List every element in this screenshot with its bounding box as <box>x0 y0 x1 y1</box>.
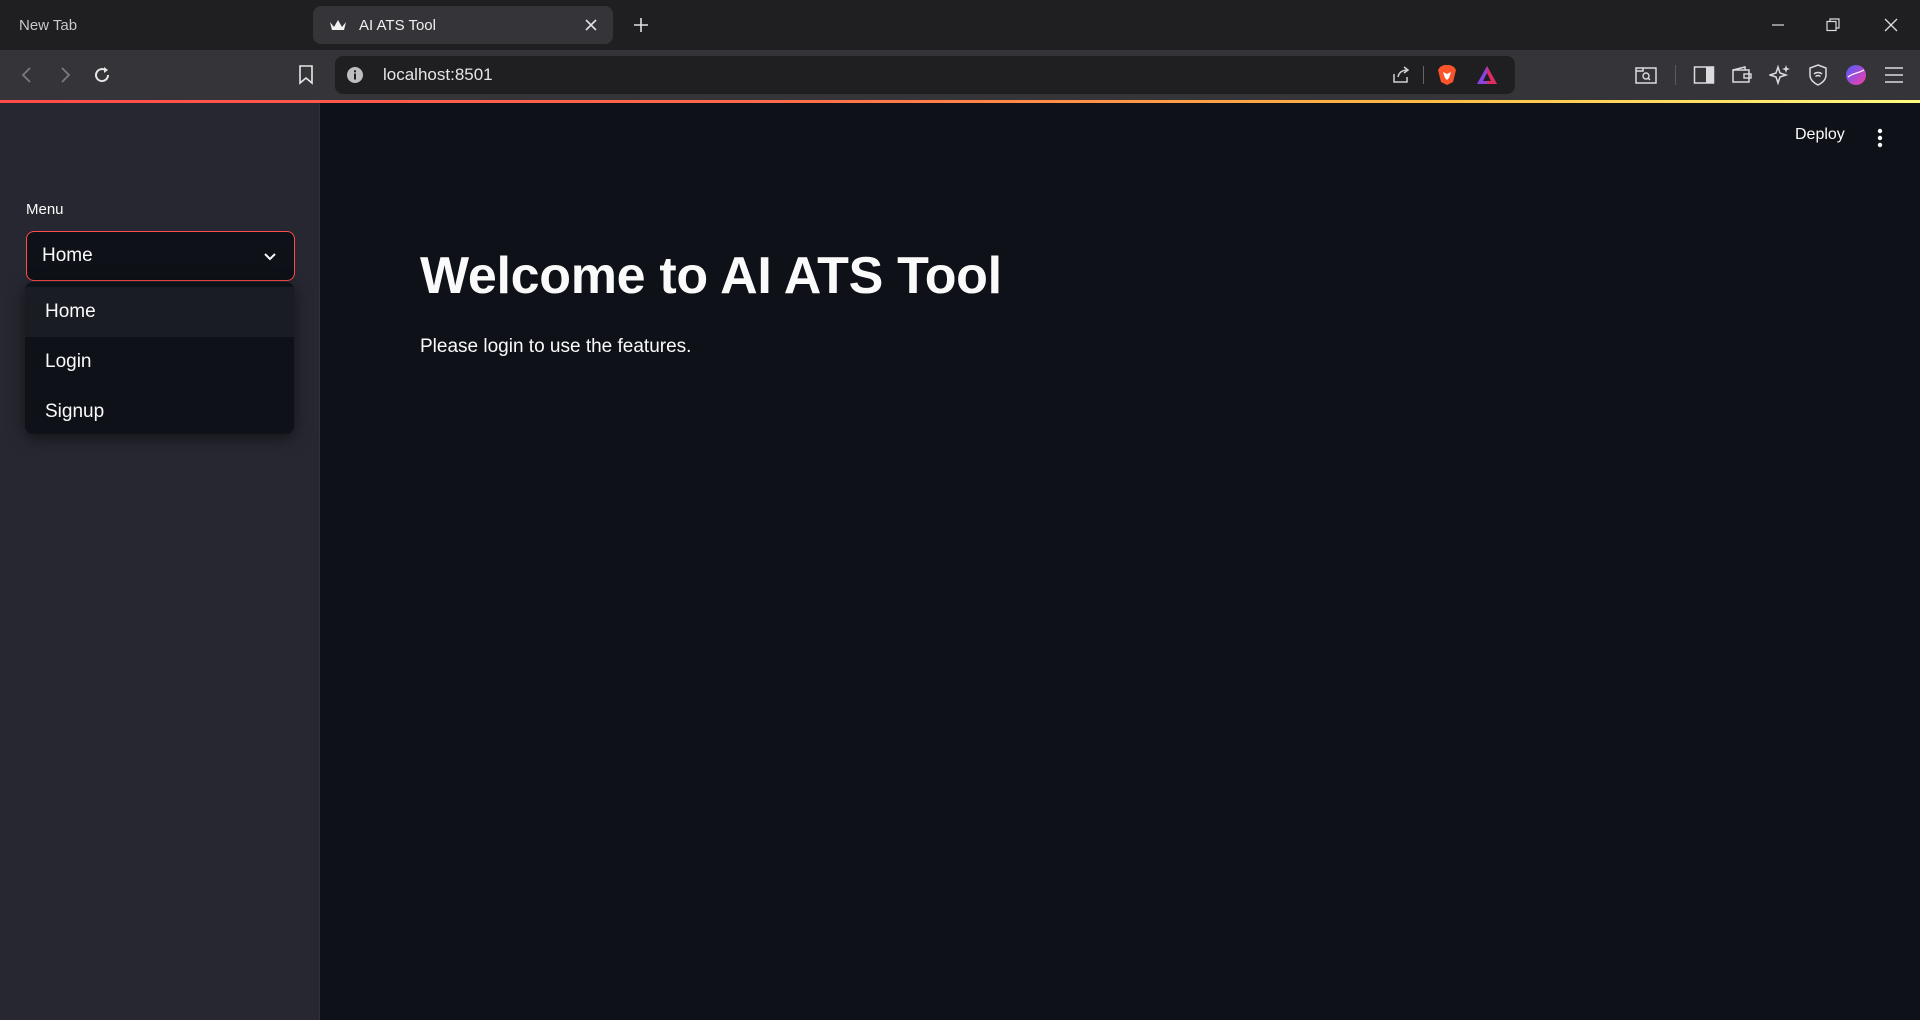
reload-icon[interactable] <box>89 62 115 88</box>
bookmark-icon[interactable] <box>293 62 319 88</box>
site-info-icon[interactable] <box>345 65 365 85</box>
streamlit-crown-icon <box>329 16 347 34</box>
vpn-shield-icon[interactable] <box>1805 62 1831 88</box>
tab-ai-ats-tool[interactable]: AI ATS Tool <box>313 6 613 44</box>
browser-tabstrip: New Tab AI ATS Tool <box>0 0 1920 50</box>
menu-option-home[interactable]: Home <box>25 287 294 337</box>
menu-select-value: Home <box>42 245 93 266</box>
share-icon[interactable] <box>1390 64 1412 86</box>
sidebar-toggle-icon[interactable] <box>1691 62 1717 88</box>
page-subtitle: Please login to use the features. <box>420 336 692 357</box>
tab-new-tab[interactable]: New Tab <box>0 0 312 50</box>
toolbar-divider <box>1675 65 1676 85</box>
tab-label: New Tab <box>19 16 78 34</box>
leo-ai-icon[interactable] <box>1767 62 1793 88</box>
main-menu-icon[interactable] <box>1881 62 1907 88</box>
deploy-button[interactable]: Deploy <box>1795 126 1845 144</box>
address-bar[interactable]: localhost:8501 <box>335 56 1515 94</box>
minimize-icon[interactable] <box>1765 12 1791 38</box>
restore-icon[interactable] <box>1820 12 1846 38</box>
chevron-down-icon <box>260 246 280 266</box>
tab-search-icon[interactable] <box>1633 62 1659 88</box>
brave-rewards-icon[interactable] <box>1476 64 1498 86</box>
tab-label: AI ATS Tool <box>359 16 436 34</box>
page-title: Welcome to AI ATS Tool <box>420 247 1002 305</box>
omnibox-divider <box>1423 66 1424 84</box>
menu-label: Menu <box>26 201 64 218</box>
brave-shields-icon[interactable] <box>1436 64 1458 86</box>
back-icon[interactable] <box>14 62 40 88</box>
close-tab-icon[interactable] <box>581 15 601 35</box>
menu-select[interactable]: Home <box>26 231 295 281</box>
profile-avatar-icon[interactable] <box>1843 62 1869 88</box>
more-options-icon[interactable] <box>1870 126 1890 150</box>
sidebar: Menu Home Home Login Signup <box>0 103 320 1020</box>
url-text: localhost:8501 <box>383 65 493 84</box>
menu-dropdown: Home Login Signup <box>25 282 294 434</box>
forward-icon[interactable] <box>52 62 78 88</box>
wallet-icon[interactable] <box>1729 62 1755 88</box>
menu-option-login[interactable]: Login <box>25 337 294 387</box>
window-close-icon[interactable] <box>1878 12 1904 38</box>
menu-option-signup[interactable]: Signup <box>25 387 294 437</box>
new-tab-icon[interactable] <box>628 12 654 38</box>
main-content <box>321 103 1920 1020</box>
